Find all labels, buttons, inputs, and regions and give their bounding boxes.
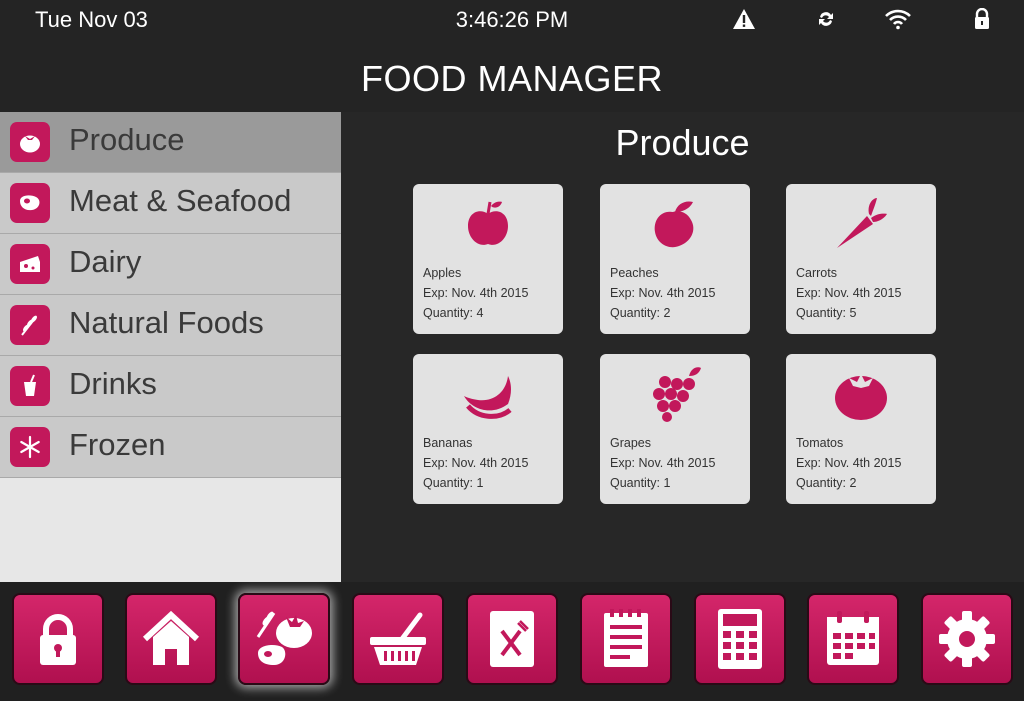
sidebar-item-label: Meat & Seafood — [69, 183, 292, 218]
category-sidebar: Produce Meat & Seafood Dairy Natural Foo… — [0, 112, 341, 582]
warning-icon — [732, 8, 756, 30]
sidebar-item-natural-foods[interactable]: Natural Foods — [0, 295, 341, 356]
cup-icon — [10, 366, 50, 406]
wheat-icon — [10, 305, 50, 345]
sidebar-item-frozen[interactable]: Frozen — [0, 417, 341, 478]
food-card-carrots[interactable]: Carrots Exp: Nov. 4th 2015 Quantity: 5 — [786, 184, 936, 334]
item-name: Bananas — [423, 436, 473, 450]
food-icon — [256, 611, 312, 665]
wifi-icon — [884, 8, 912, 30]
food-card-apples[interactable]: Apples Exp: Nov. 4th 2015 Quantity: 4 — [413, 184, 563, 334]
item-quantity: Quantity: 5 — [796, 306, 857, 320]
item-quantity: Quantity: 1 — [610, 476, 671, 490]
item-expiry: Exp: Nov. 4th 2015 — [796, 456, 902, 470]
calendar-icon — [827, 611, 879, 665]
padlock-icon — [40, 614, 76, 665]
item-expiry: Exp: Nov. 4th 2015 — [423, 286, 529, 300]
sidebar-item-dairy[interactable]: Dairy — [0, 234, 341, 295]
lock-button[interactable] — [12, 593, 104, 685]
notes-button[interactable] — [580, 593, 672, 685]
basket-icon — [370, 612, 426, 665]
sidebar-item-label: Dairy — [69, 244, 142, 279]
sidebar-item-label: Produce — [69, 122, 185, 157]
sidebar-item-drinks[interactable]: Drinks — [0, 356, 341, 417]
calculator-button[interactable] — [694, 593, 786, 685]
item-quantity: Quantity: 4 — [423, 306, 484, 320]
tomato-icon — [10, 122, 50, 162]
sidebar-item-label: Natural Foods — [69, 305, 264, 340]
sidebar-item-produce[interactable]: Produce — [0, 112, 341, 173]
item-expiry: Exp: Nov. 4th 2015 — [796, 286, 902, 300]
notepad-icon — [604, 609, 648, 667]
peach-icon — [645, 194, 705, 254]
calculator-icon — [718, 609, 762, 669]
section-title: Produce — [615, 122, 750, 163]
steak-icon — [10, 183, 50, 223]
item-expiry: Exp: Nov. 4th 2015 — [610, 286, 716, 300]
tomato-icon — [831, 364, 891, 424]
cheese-icon — [10, 244, 50, 284]
food-card-tomatos[interactable]: Tomatos Exp: Nov. 4th 2015 Quantity: 2 — [786, 354, 936, 504]
recipes-button[interactable] — [466, 593, 558, 685]
status-time: 3:46:26 PM — [455, 7, 569, 32]
food-button[interactable] — [238, 593, 330, 685]
item-name: Grapes — [610, 436, 651, 450]
home-icon — [142, 610, 200, 665]
status-bar: Tue Nov 03 3:46:26 PM — [0, 0, 1024, 38]
item-quantity: Quantity: 1 — [423, 476, 484, 490]
snowflake-icon — [10, 427, 50, 467]
item-quantity: Quantity: 2 — [610, 306, 671, 320]
lock-icon — [972, 7, 992, 30]
sidebar-item-label: Frozen — [69, 427, 166, 462]
item-quantity: Quantity: 2 — [796, 476, 857, 490]
app-title: FOOD MANAGER — [360, 58, 663, 99]
food-card-bananas[interactable]: Bananas Exp: Nov. 4th 2015 Quantity: 1 — [413, 354, 563, 504]
banana-icon — [458, 364, 518, 424]
item-name: Tomatos — [796, 436, 844, 450]
apple-icon — [458, 194, 518, 254]
food-card-peaches[interactable]: Peaches Exp: Nov. 4th 2015 Quantity: 2 — [600, 184, 750, 334]
sidebar-item-label: Drinks — [69, 366, 157, 401]
grapes-icon — [645, 364, 705, 424]
home-button[interactable] — [125, 593, 217, 685]
item-expiry: Exp: Nov. 4th 2015 — [423, 456, 529, 470]
shopping-basket-button[interactable] — [352, 593, 444, 685]
item-name: Peaches — [610, 266, 659, 280]
settings-button[interactable] — [921, 593, 1013, 685]
calendar-button[interactable] — [807, 593, 899, 685]
recipe-book-icon — [490, 611, 534, 667]
main-content: Produce Apples Exp: Nov. 4th 2015 Quanti… — [341, 112, 1024, 582]
app-dock — [0, 582, 1024, 701]
food-card-grapes[interactable]: Grapes Exp: Nov. 4th 2015 Quantity: 1 — [600, 354, 750, 504]
carrot-icon — [831, 194, 891, 254]
settings-gear-icon — [939, 611, 995, 667]
item-name: Apples — [423, 266, 462, 280]
sidebar-item-meat-seafood[interactable]: Meat & Seafood — [0, 173, 341, 234]
item-name: Carrots — [796, 266, 837, 280]
item-expiry: Exp: Nov. 4th 2015 — [610, 456, 716, 470]
sync-icon — [814, 8, 838, 30]
